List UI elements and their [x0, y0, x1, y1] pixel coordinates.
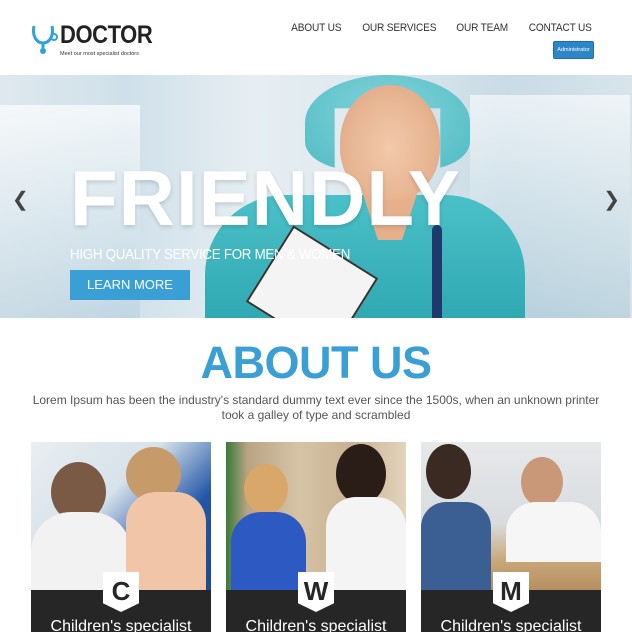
nav-our-team[interactable]: OUR TEAM — [456, 22, 508, 34]
about-text: Lorem Ipsum has been the industry's stan… — [32, 393, 600, 422]
card-photo — [421, 442, 601, 590]
nav-our-services[interactable]: OUR SERVICES — [362, 22, 436, 34]
doctor-coat — [506, 502, 601, 562]
hero-title: FRIENDLY — [70, 154, 461, 242]
service-card[interactable]: C Children's specialist — [31, 442, 211, 632]
site-logo[interactable]: DOCTOR Meet our most specialist doctors — [30, 20, 153, 60]
doctor-head — [521, 457, 563, 507]
nav-contact-us[interactable]: CONTACT US — [528, 22, 591, 34]
main-nav: ABOUT US OUR SERVICES OUR TEAM CONTACT U… — [274, 22, 594, 34]
doctor-coat — [326, 497, 406, 590]
card-label: Children's specialist — [440, 618, 582, 632]
patient-shirt — [231, 512, 306, 590]
card-photo — [31, 442, 211, 590]
doctor-hair — [336, 444, 386, 504]
stethoscope-icon — [32, 25, 58, 54]
site-header: DOCTOR Meet our most specialist doctors … — [0, 0, 632, 75]
card-label: Children's specialist — [245, 618, 387, 632]
card-photo — [226, 442, 406, 590]
service-card[interactable]: M Children's specialist — [421, 442, 601, 632]
patient-head — [426, 444, 471, 499]
about-title: ABOUT US — [200, 337, 433, 388]
administrator-button[interactable]: Administrator — [553, 41, 594, 59]
hero-slider: FRIENDLY HIGH QUALITY SERVICE FOR MEN & … — [0, 75, 632, 318]
learn-more-button[interactable]: LEARN MORE — [70, 270, 190, 300]
chevron-right-icon[interactable]: ❯ — [603, 187, 620, 212]
hero-subtitle: HIGH QUALITY SERVICE FOR MEN & WOMEN — [70, 247, 351, 263]
service-card[interactable]: W Children's specialist — [226, 442, 406, 632]
logo-text: DOCTOR — [60, 21, 153, 49]
patient-shirt — [421, 502, 491, 590]
patient-head — [244, 464, 288, 514]
card-label: Children's specialist — [50, 618, 192, 632]
chevron-left-icon[interactable]: ❮ — [12, 187, 29, 212]
logo-tagline: Meet our most specialist doctors — [60, 51, 139, 57]
nav-about-us[interactable]: ABOUT US — [291, 22, 341, 34]
